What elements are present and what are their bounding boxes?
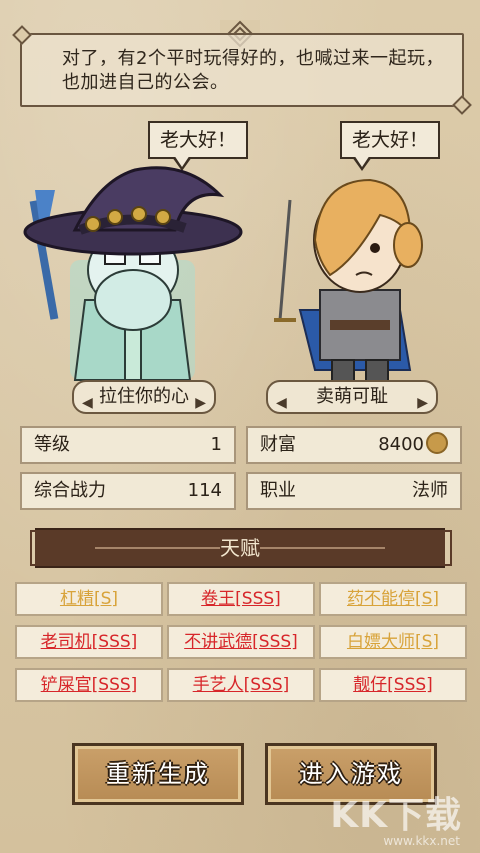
wizard-character-portrait: [23, 166, 243, 381]
watermark-url: www.kkx.net: [383, 834, 460, 848]
talent-item[interactable]: 靓仔[SSS]: [319, 668, 467, 702]
watermark-logo: KK下载: [330, 795, 462, 836]
wealth-label: 财富: [260, 434, 296, 455]
level-label: 等级: [34, 434, 70, 455]
knight-character-portrait: [274, 178, 423, 389]
dialog-line-2: 也加进自己的公会。: [62, 72, 229, 93]
wealth-stat: 财富 8400: [246, 426, 462, 464]
talent-item[interactable]: 老司机[SSS]: [15, 625, 163, 659]
job-label: 职业: [260, 480, 296, 501]
level-value: 1: [210, 434, 222, 455]
wizard-nameplate: ◀ 拉住你的心 ▶: [72, 380, 216, 414]
story-dialog[interactable]: 对了，有2个平时玩得好的，也喊过来一起玩， 也加进自己的公会。: [20, 33, 464, 107]
talent-item[interactable]: 铲屎官[SSS]: [15, 668, 163, 702]
wealth-value: 8400: [378, 434, 424, 455]
talent-item[interactable]: 手艺人[SSS]: [167, 668, 315, 702]
coin-icon: [426, 432, 448, 454]
regenerate-button[interactable]: 重新生成: [72, 743, 244, 805]
talent-banner: 天赋: [35, 528, 445, 568]
job-stat: 职业 法师: [246, 472, 462, 510]
dialog-line-1: 对了，有2个平时玩得好的，也喊过来一起玩，: [62, 48, 444, 69]
knight-nameplate: ◀ 卖萌可耻 ▶: [266, 380, 438, 414]
knight-name: 卖萌可耻: [316, 386, 388, 407]
chevron-left-icon: ◀: [276, 395, 287, 411]
power-stat: 综合战力 114: [20, 472, 236, 510]
talent-item[interactable]: 药不能停[S]: [319, 582, 467, 616]
wealth-value-group: 8400: [378, 428, 448, 462]
speech-bubble-right-text: 老大好！: [352, 129, 429, 151]
dialog-text: 对了，有2个平时玩得好的，也喊过来一起玩， 也加进自己的公会。: [62, 47, 452, 95]
job-value: 法师: [412, 480, 448, 501]
power-value: 114: [187, 480, 222, 501]
talent-item[interactable]: 杠精[S]: [15, 582, 163, 616]
chevron-right-icon: ▶: [195, 395, 206, 411]
wizard-name: 拉住你的心: [99, 386, 189, 407]
speech-bubble-right: 老大好！: [340, 121, 441, 171]
talent-item[interactable]: 卷王[SSS]: [167, 582, 315, 616]
speech-bubble-left-text: 老大好！: [160, 129, 237, 151]
chevron-right-icon: ▶: [417, 395, 428, 411]
level-stat: 等级 1: [20, 426, 236, 464]
talent-title: 天赋: [220, 536, 260, 560]
chevron-left-icon: ◀: [82, 395, 93, 411]
power-label: 综合战力: [34, 480, 106, 501]
talent-item[interactable]: 不讲武德[SSS]: [167, 625, 315, 659]
talent-item[interactable]: 白嫖大师[S]: [319, 625, 467, 659]
